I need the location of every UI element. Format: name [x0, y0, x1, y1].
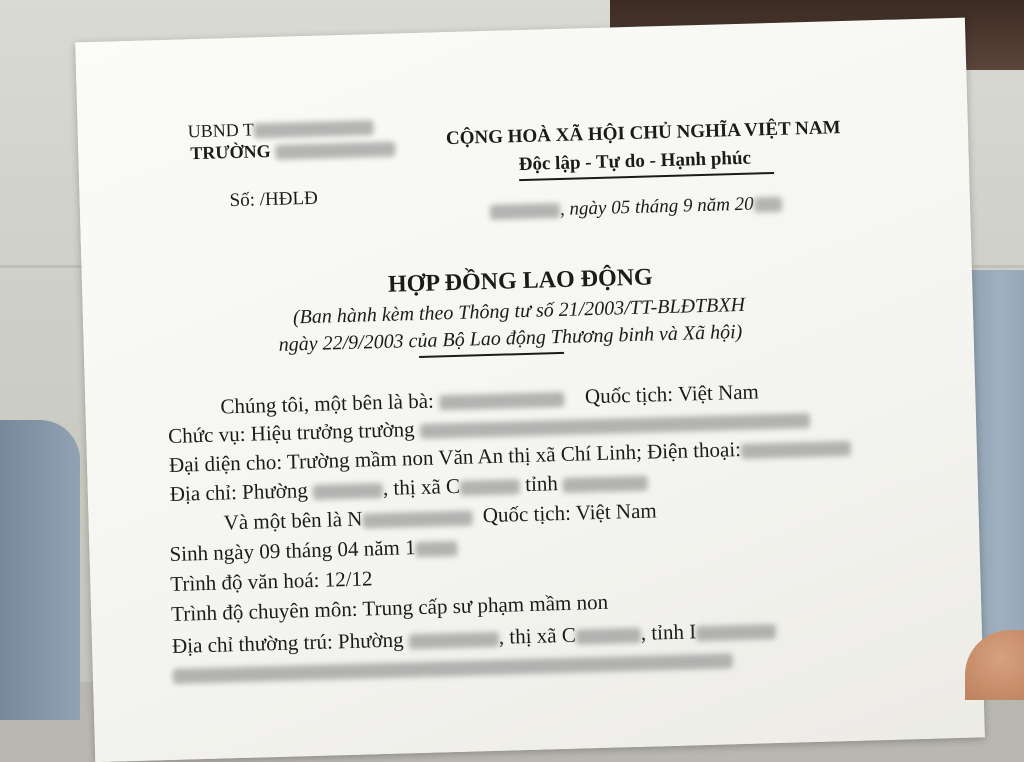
party-b-line: Và một bên là N Quốc tịch: Việt Nam [223, 498, 658, 535]
contract-paper: UBND T TRƯỜNG Số: /HĐLĐ CỘNG HOÀ XÃ HỘI … [75, 17, 985, 762]
header-left-line2: TRƯỜNG [190, 138, 396, 165]
contract-number: Số: /HĐLĐ [229, 187, 319, 212]
document-title: HỢP ĐỒNG LAO ĐỘNG [387, 264, 654, 298]
country-name: CỘNG HOÀ XÃ HỘI CHỦ NGHĨA VIỆT NAM [445, 117, 841, 150]
background-jeans-left [0, 420, 80, 720]
party-b-education: Trình độ văn hoá: 12/12 [169, 566, 373, 596]
party-b-qualification: Trình độ chuyên môn: Trung cấp sư phạm m… [170, 589, 609, 626]
subtitle-underline [419, 351, 565, 358]
national-motto: Độc lập - Tự do - Hạnh phúc [518, 147, 752, 176]
party-b-birth: Sinh ngày 09 tháng 04 năm 1 [169, 534, 458, 567]
contract-date: , ngày 05 tháng 9 năm 20 [489, 193, 782, 223]
